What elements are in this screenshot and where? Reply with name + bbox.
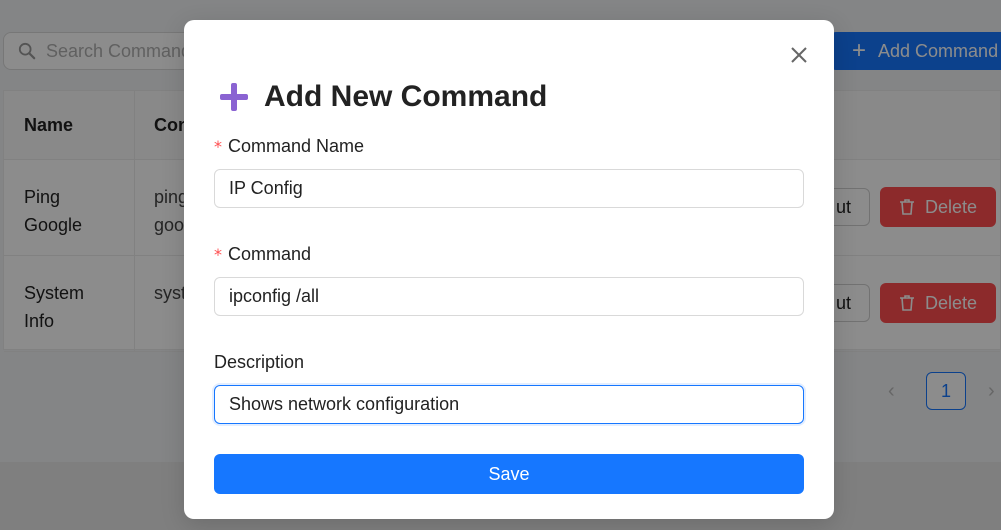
command-name-label-text: Command Name xyxy=(228,136,365,156)
command-label: * Command xyxy=(214,244,311,265)
command-name-input[interactable] xyxy=(214,169,804,208)
required-mark: * xyxy=(214,245,222,264)
modal-header: Add New Command xyxy=(218,80,547,114)
command-input[interactable] xyxy=(214,277,804,316)
command-label-text: Command xyxy=(228,244,312,264)
save-button[interactable]: Save xyxy=(214,454,804,494)
description-label: Description xyxy=(214,352,305,372)
command-name-label: * Command Name xyxy=(214,136,364,157)
modal-title: Add New Command xyxy=(264,80,548,113)
description-input[interactable] xyxy=(214,385,804,424)
add-command-modal: Add New Command * Command Name * Command D… xyxy=(184,20,834,519)
required-mark: * xyxy=(214,137,222,156)
close-icon[interactable] xyxy=(790,46,808,64)
plus-icon xyxy=(220,83,248,111)
